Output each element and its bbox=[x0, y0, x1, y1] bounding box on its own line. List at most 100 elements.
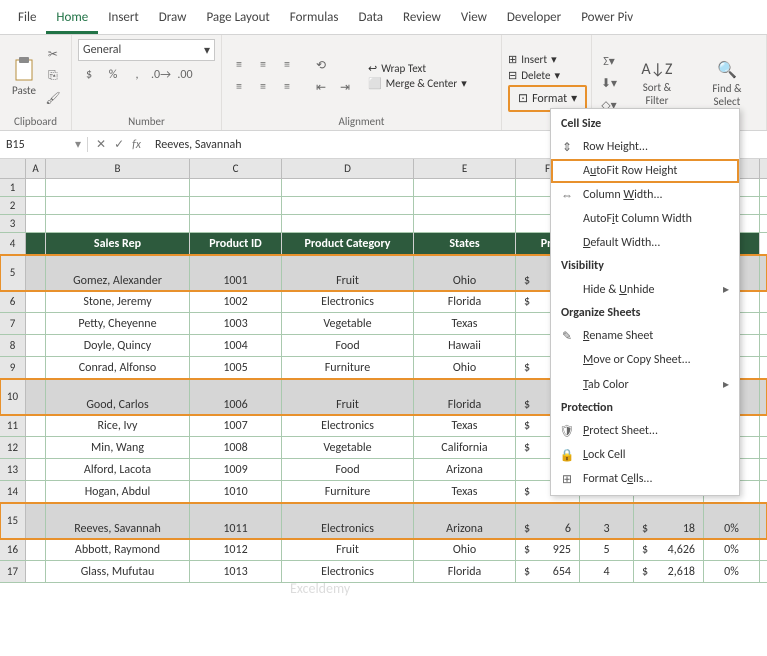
cell[interactable]: 0% bbox=[704, 539, 760, 560]
row-header[interactable]: 13 bbox=[0, 459, 26, 480]
copy-button[interactable]: ⎘ bbox=[42, 66, 64, 86]
align-right-button[interactable]: ≡ bbox=[276, 77, 298, 97]
cell[interactable]: Min, Wang bbox=[46, 437, 190, 458]
insert-cells-button[interactable]: ⊞Insert▾ bbox=[508, 53, 587, 66]
cell[interactable]: Alford, Lacota bbox=[46, 459, 190, 480]
percent-button[interactable]: % bbox=[102, 65, 124, 85]
dd-format-cells[interactable]: ⊞Format Cells... bbox=[551, 467, 739, 491]
cell[interactable]: Texas bbox=[414, 481, 516, 502]
cell[interactable]: $925 bbox=[516, 539, 580, 560]
align-bottom-button[interactable]: ≡ bbox=[276, 55, 298, 75]
cell[interactable]: 1005 bbox=[190, 357, 282, 378]
cell[interactable]: Electronics bbox=[282, 503, 414, 538]
cell[interactable] bbox=[282, 197, 414, 214]
cell[interactable] bbox=[26, 313, 46, 334]
cell[interactable]: 1010 bbox=[190, 481, 282, 502]
align-center-button[interactable]: ≡ bbox=[252, 77, 274, 97]
cell[interactable]: Food bbox=[282, 335, 414, 356]
cell[interactable]: Arizona bbox=[414, 503, 516, 538]
tab-view[interactable]: View bbox=[451, 4, 497, 34]
tab-formulas[interactable]: Formulas bbox=[280, 4, 349, 34]
cell[interactable]: Texas bbox=[414, 415, 516, 436]
tab-home[interactable]: Home bbox=[46, 4, 98, 34]
cell[interactable]: Ohio bbox=[414, 539, 516, 560]
cell[interactable] bbox=[26, 415, 46, 436]
cell[interactable]: 1008 bbox=[190, 437, 282, 458]
cell[interactable] bbox=[282, 215, 414, 232]
row-header[interactable]: 2 bbox=[0, 197, 26, 214]
cell[interactable] bbox=[46, 197, 190, 214]
wrap-text-button[interactable]: ↩Wrap Text bbox=[368, 62, 467, 75]
cell[interactable]: 1012 bbox=[190, 539, 282, 560]
cell[interactable] bbox=[190, 215, 282, 232]
cell[interactable]: 0% bbox=[704, 503, 760, 538]
cell[interactable]: Vegetable bbox=[282, 437, 414, 458]
col-header-d[interactable]: D bbox=[282, 159, 414, 178]
tab-review[interactable]: Review bbox=[393, 4, 451, 34]
sort-filter-button[interactable]: A↓Z Sort & Filter bbox=[626, 58, 688, 109]
cell[interactable] bbox=[26, 379, 46, 414]
decrease-decimal-button[interactable]: .00 bbox=[174, 65, 196, 85]
increase-decimal-button[interactable]: .0→ bbox=[150, 65, 172, 85]
cell[interactable] bbox=[26, 335, 46, 356]
row-header[interactable]: 14 bbox=[0, 481, 26, 502]
cell[interactable]: Glass, Mufutau bbox=[46, 561, 190, 582]
cell[interactable]: Sales Rep bbox=[46, 233, 190, 254]
cell[interactable] bbox=[414, 197, 516, 214]
cell[interactable] bbox=[26, 437, 46, 458]
cell[interactable]: Furniture bbox=[282, 357, 414, 378]
cell[interactable] bbox=[190, 197, 282, 214]
cell[interactable]: Texas bbox=[414, 313, 516, 334]
grid-row[interactable]: 15Reeves, Savannah1011ElectronicsArizona… bbox=[0, 503, 767, 539]
cell[interactable]: Ohio bbox=[414, 357, 516, 378]
col-header-a[interactable]: A bbox=[26, 159, 46, 178]
cell[interactable]: Rice, Ivy bbox=[46, 415, 190, 436]
cell[interactable]: $6 bbox=[516, 503, 580, 538]
cell[interactable] bbox=[414, 215, 516, 232]
cell[interactable]: Fruit bbox=[282, 379, 414, 414]
cell[interactable]: Food bbox=[282, 459, 414, 480]
select-all-corner[interactable] bbox=[0, 159, 26, 178]
cell[interactable] bbox=[26, 215, 46, 232]
cell[interactable]: Good, Carlos bbox=[46, 379, 190, 414]
cell[interactable]: $2,618 bbox=[634, 561, 704, 582]
cell[interactable]: 0% bbox=[704, 561, 760, 582]
cell[interactable]: Hogan, Abdul bbox=[46, 481, 190, 502]
row-header[interactable]: 4 bbox=[0, 233, 26, 254]
tab-draw[interactable]: Draw bbox=[149, 4, 197, 34]
enter-icon[interactable]: ✓ bbox=[114, 137, 124, 152]
dd-autofit-col-width[interactable]: AutoFit Column Width bbox=[551, 207, 739, 231]
cell[interactable] bbox=[26, 291, 46, 312]
row-header[interactable]: 6 bbox=[0, 291, 26, 312]
dd-rename-sheet[interactable]: ✎Rename Sheet bbox=[551, 324, 739, 348]
cell[interactable]: Stone, Jeremy bbox=[46, 291, 190, 312]
cell[interactable]: States bbox=[414, 233, 516, 254]
tab-data[interactable]: Data bbox=[349, 4, 394, 34]
cell[interactable]: 1013 bbox=[190, 561, 282, 582]
dd-lock-cell[interactable]: 🔒Lock Cell bbox=[551, 443, 739, 467]
col-header-e[interactable]: E bbox=[414, 159, 516, 178]
row-header[interactable]: 8 bbox=[0, 335, 26, 356]
cell[interactable]: Ohio bbox=[414, 255, 516, 290]
grid-row[interactable]: 17Glass, Mufutau1013ElectronicsFlorida$6… bbox=[0, 561, 767, 583]
cell[interactable]: Gomez, Alexander bbox=[46, 255, 190, 290]
paste-button[interactable]: Paste bbox=[6, 54, 42, 99]
row-header[interactable]: 5 bbox=[0, 255, 26, 290]
cell[interactable]: 1003 bbox=[190, 313, 282, 334]
tab-insert[interactable]: Insert bbox=[98, 4, 149, 34]
tab-file[interactable]: File bbox=[8, 4, 46, 34]
decrease-indent-button[interactable]: ⇤ bbox=[310, 77, 332, 97]
row-header[interactable]: 11 bbox=[0, 415, 26, 436]
currency-button[interactable]: $ bbox=[78, 65, 100, 85]
row-header[interactable]: 7 bbox=[0, 313, 26, 334]
col-header-c[interactable]: C bbox=[190, 159, 282, 178]
cell[interactable]: Florida bbox=[414, 291, 516, 312]
align-left-button[interactable]: ≡ bbox=[228, 77, 250, 97]
cell[interactable] bbox=[26, 197, 46, 214]
name-box[interactable]: B15▾ bbox=[0, 137, 88, 152]
cell[interactable]: Abbott, Raymond bbox=[46, 539, 190, 560]
dd-move-copy[interactable]: Move or Copy Sheet... bbox=[551, 348, 739, 372]
comma-button[interactable]: , bbox=[126, 65, 148, 85]
row-header[interactable]: 17 bbox=[0, 561, 26, 582]
orientation-button[interactable]: ⟲ bbox=[310, 55, 332, 75]
